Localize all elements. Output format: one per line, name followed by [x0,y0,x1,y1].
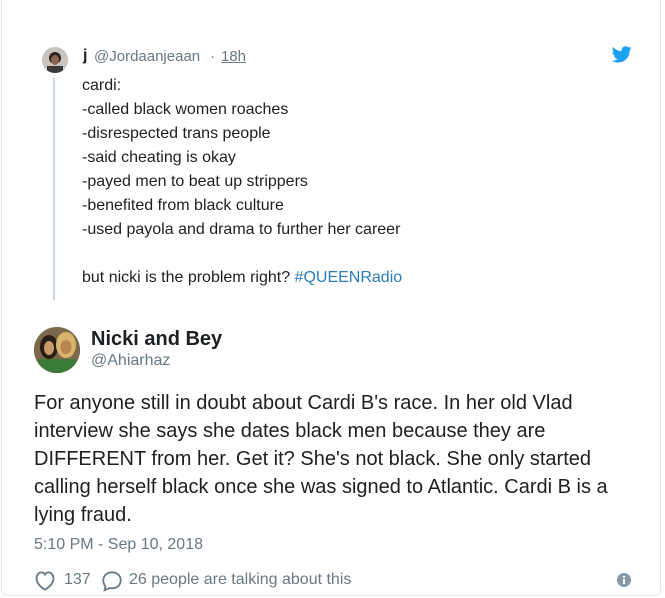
quoted-tweet[interactable]: j @Jordaanjeaan · 18h cardi: -called bla… [38,44,642,302]
quoted-line: -benefited from black culture [82,197,284,214]
quoted-last-line: but nicki is the problem right? #QUEENRa… [82,266,622,290]
separator-dot: · [210,48,215,65]
thread-line [53,78,55,300]
quoted-line: -called black women roaches [82,101,289,118]
quoted-line: -said cheating is okay [82,149,236,166]
quoted-line: -disrespected trans people [82,125,271,142]
reply-icon[interactable] [101,570,123,592]
quoted-author-avatar[interactable] [42,47,68,73]
author-avatar[interactable] [34,327,80,373]
line-spacer [82,242,622,266]
quoted-line: -used payola and drama to further her ca… [82,221,401,238]
info-icon[interactable] [617,573,631,587]
author-name[interactable]: Nicki and Bey [91,328,222,351]
quoted-author-handle[interactable]: @Jordaanjeaan [94,48,200,65]
quoted-line: cardi: [82,77,122,94]
tweet-text: For anyone still in doubt about Cardi B'… [34,389,634,529]
tweet-card: j @Jordaanjeaan · 18h cardi: -called bla… [1,0,661,596]
tweet-timestamp[interactable]: 5:10 PM - Sep 10, 2018 [34,536,203,554]
tweet-line: calling herself black once she was signe… [34,476,608,498]
like-count[interactable]: 137 [64,571,91,589]
talking-about-link[interactable]: 26 people are talking about this [129,571,351,589]
quoted-author-name[interactable]: j [83,47,87,65]
twitter-bird-icon[interactable] [612,46,632,63]
tweet-line: For anyone still in doubt about Cardi B'… [34,392,573,414]
quoted-tweet-time[interactable]: 18h [221,48,246,65]
quoted-line: -payed men to beat up strippers [82,173,308,190]
quoted-tweet-text: cardi: -called black women roaches -disr… [82,74,622,290]
tweet-line: DIFFERENT from her. Get it? She's not bl… [34,448,592,470]
quoted-last-line-text: but nicki is the problem right? [82,269,295,286]
hashtag-link[interactable]: #QUEENRadio [295,269,403,286]
author-handle[interactable]: @Ahiarhaz [91,352,170,370]
heart-icon[interactable] [34,571,56,591]
tweet-line: lying fraud. [34,504,132,526]
tweet-line: interview she says she dates black men b… [34,420,546,442]
